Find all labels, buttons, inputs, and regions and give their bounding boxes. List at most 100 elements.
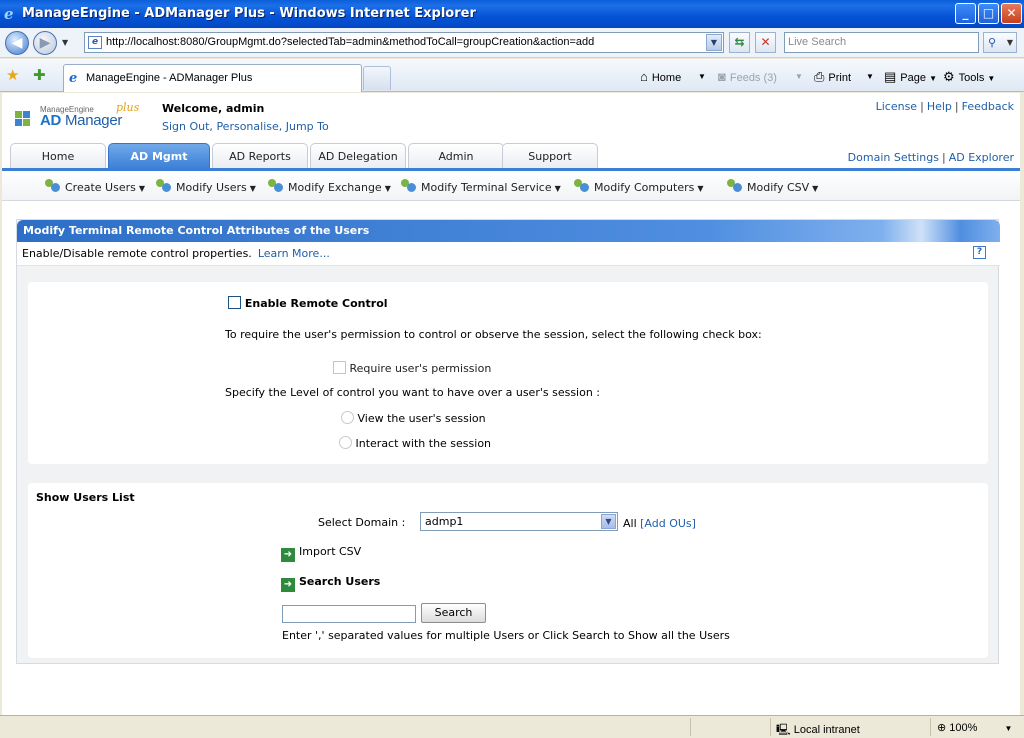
main-panel: Modify Terminal Remote Control Attribute… — [16, 219, 1000, 664]
add-ous-link[interactable]: [Add OUs] — [640, 517, 696, 530]
show-users-heading: Show Users List — [36, 491, 135, 504]
address-toolbar: ◀ ▶ ▼ e http://localhost:8080/GroupMgmt.… — [0, 28, 1024, 58]
domain-settings-link[interactable]: Domain Settings — [848, 151, 939, 164]
history-dropdown-icon[interactable]: ▼ — [62, 38, 68, 47]
import-csv[interactable]: ➜ Import CSV — [281, 545, 361, 562]
product-name: AD Manager — [40, 112, 123, 129]
refresh-icon[interactable]: ⇆ — [729, 32, 750, 53]
tab-home[interactable]: Home — [10, 143, 106, 169]
window-title: ManageEngine - ADManager Plus - Windows … — [22, 6, 476, 21]
home-command[interactable]: ⌂ Home — [640, 69, 681, 84]
jump-to-link[interactable]: Jump To — [286, 120, 329, 133]
terminal-service-icon — [400, 178, 418, 194]
minimize-button[interactable]: _ — [955, 3, 976, 24]
csv-icon — [726, 178, 744, 194]
user-links: Sign Out, Personalise, Jump To — [162, 120, 329, 133]
learn-more-link[interactable]: Learn More... — [258, 247, 330, 260]
feeds-command[interactable]: ◙ Feeds (3) — [718, 69, 777, 84]
search-options-icon[interactable]: ▼ — [1007, 33, 1013, 52]
tab-command-bar: ★ ✚ e ManageEngine - ADManager Plus ⌂ Hom… — [0, 59, 1024, 92]
new-tab-button[interactable] — [363, 66, 391, 90]
intranet-icon: 🖳 — [776, 724, 791, 736]
users-icon — [44, 178, 62, 194]
stop-icon[interactable]: ✕ — [755, 32, 776, 53]
tab-support[interactable]: Support — [502, 143, 598, 169]
print-dropdown-icon[interactable]: ▼ — [866, 72, 874, 81]
arrow-right-icon: ➜ — [281, 548, 295, 562]
modify-computers-menu[interactable]: Modify Computers ▼ — [573, 178, 704, 194]
permission-instruction: To require the user's permission to cont… — [225, 328, 762, 341]
all-ous-text: All [Add OUs] — [623, 517, 696, 530]
require-permission[interactable]: Require user's permission — [333, 361, 491, 375]
modify-terminal-service-menu[interactable]: Modify Terminal Service ▼ — [400, 178, 561, 194]
ie-logo-icon: e — [4, 5, 14, 23]
favorites-star-icon[interactable]: ★ — [6, 66, 19, 84]
maximize-button[interactable]: □ — [978, 3, 999, 24]
home-dropdown-icon[interactable]: ▼ — [698, 72, 706, 81]
user-search-input[interactable] — [282, 605, 416, 623]
ie-page-icon: e — [69, 71, 78, 86]
window-border — [1020, 93, 1024, 715]
arrow-right-icon: ➜ — [281, 578, 295, 592]
feeds-icon: ◙ — [718, 69, 726, 84]
printer-icon: ⎙ — [814, 69, 825, 84]
print-command[interactable]: ⎙ Print — [814, 69, 851, 85]
exchange-icon — [267, 178, 285, 194]
domain-select[interactable]: admp1 ▼ — [420, 512, 618, 531]
tab-admin[interactable]: Admin — [408, 143, 504, 169]
create-users-menu[interactable]: Create Users ▼ — [44, 178, 145, 194]
tools-menu[interactable]: ⚙ Tools ▼ — [943, 69, 995, 85]
interact-session-radio[interactable] — [339, 436, 352, 449]
close-window-button[interactable]: ✕ — [1001, 3, 1022, 24]
ad-explorer-link[interactable]: AD Explorer — [949, 151, 1014, 164]
sign-out-link[interactable]: Sign Out, — [162, 120, 213, 133]
tab-ad-delegation[interactable]: AD Delegation — [310, 143, 406, 169]
zoom-level[interactable]: ⊕ 100% ▼ — [937, 721, 1012, 734]
personalise-link[interactable]: Personalise, — [216, 120, 282, 133]
modify-csv-menu[interactable]: Modify CSV ▼ — [726, 178, 818, 194]
view-session-radio[interactable] — [341, 411, 354, 424]
help-icon[interactable]: ? — [973, 246, 986, 259]
remote-control-section: Enable Remote Control To require the use… — [28, 282, 988, 464]
status-bar: 🖳 Local intranet ⊕ 100% ▼ — [0, 715, 1024, 738]
enable-remote-control-checkbox[interactable] — [228, 296, 241, 309]
edit-users-icon — [155, 178, 173, 194]
add-favorite-icon[interactable]: ✚ — [33, 66, 46, 84]
users-list-section: Show Users List Select Domain : admp1 ▼ … — [28, 483, 988, 658]
address-dropdown-icon[interactable]: ▼ — [706, 34, 722, 51]
tab-ad-reports[interactable]: AD Reports — [212, 143, 308, 169]
panel-title: Modify Terminal Remote Control Attribute… — [17, 220, 1000, 242]
chevron-down-icon[interactable]: ▼ — [601, 514, 616, 529]
sub-menu-bar: Create Users ▼ Modify Users ▼ Modify Excha… — [2, 171, 1020, 201]
level-instruction: Specify the Level of control you want to… — [225, 386, 601, 399]
live-search-input[interactable]: Live Search — [784, 32, 979, 53]
zoom-icon: ⊕ — [937, 722, 947, 734]
security-zone: 🖳 Local intranet — [776, 724, 860, 736]
search-go-button[interactable]: ⚲ ▼ — [983, 32, 1017, 53]
feeds-dropdown-icon[interactable]: ▼ — [795, 72, 803, 81]
modify-users-menu[interactable]: Modify Users ▼ — [155, 178, 256, 194]
search-button[interactable]: Search — [421, 603, 486, 623]
view-session-option[interactable]: View the user's session — [341, 411, 486, 425]
search-hint: Enter ',' separated values for multiple … — [282, 629, 730, 642]
forward-button[interactable]: ▶ — [33, 31, 57, 55]
help-link[interactable]: Help — [927, 100, 952, 113]
feedback-link[interactable]: Feedback — [962, 100, 1014, 113]
interact-session-option[interactable]: Interact with the session — [339, 436, 491, 450]
page-viewport: ManageEngine AD Manager plus Welcome, ad… — [2, 93, 1020, 715]
modify-exchange-menu[interactable]: Modify Exchange ▼ — [267, 178, 391, 194]
back-button[interactable]: ◀ — [5, 31, 29, 55]
browser-tab-label: ManageEngine - ADManager Plus — [86, 72, 253, 84]
search-users[interactable]: ➜ Search Users — [281, 575, 380, 592]
url-text[interactable]: http://localhost:8080/GroupMgmt.do?selec… — [106, 36, 594, 48]
browser-tab-active[interactable]: e ManageEngine - ADManager Plus — [63, 64, 362, 92]
require-permission-checkbox[interactable] — [333, 361, 346, 374]
window-title-bar: e ManageEngine - ADManager Plus - Window… — [0, 0, 1024, 28]
license-link[interactable]: License — [876, 100, 917, 113]
page-menu[interactable]: ▤ Page ▼ — [884, 69, 937, 85]
address-bar[interactable]: e http://localhost:8080/GroupMgmt.do?sel… — [84, 32, 724, 53]
tab-ad-mgmt[interactable]: AD Mgmt — [108, 143, 210, 169]
select-domain-label: Select Domain : — [318, 516, 406, 529]
enable-remote-control[interactable]: Enable Remote Control — [228, 296, 388, 310]
gear-icon: ⚙ — [943, 69, 955, 84]
